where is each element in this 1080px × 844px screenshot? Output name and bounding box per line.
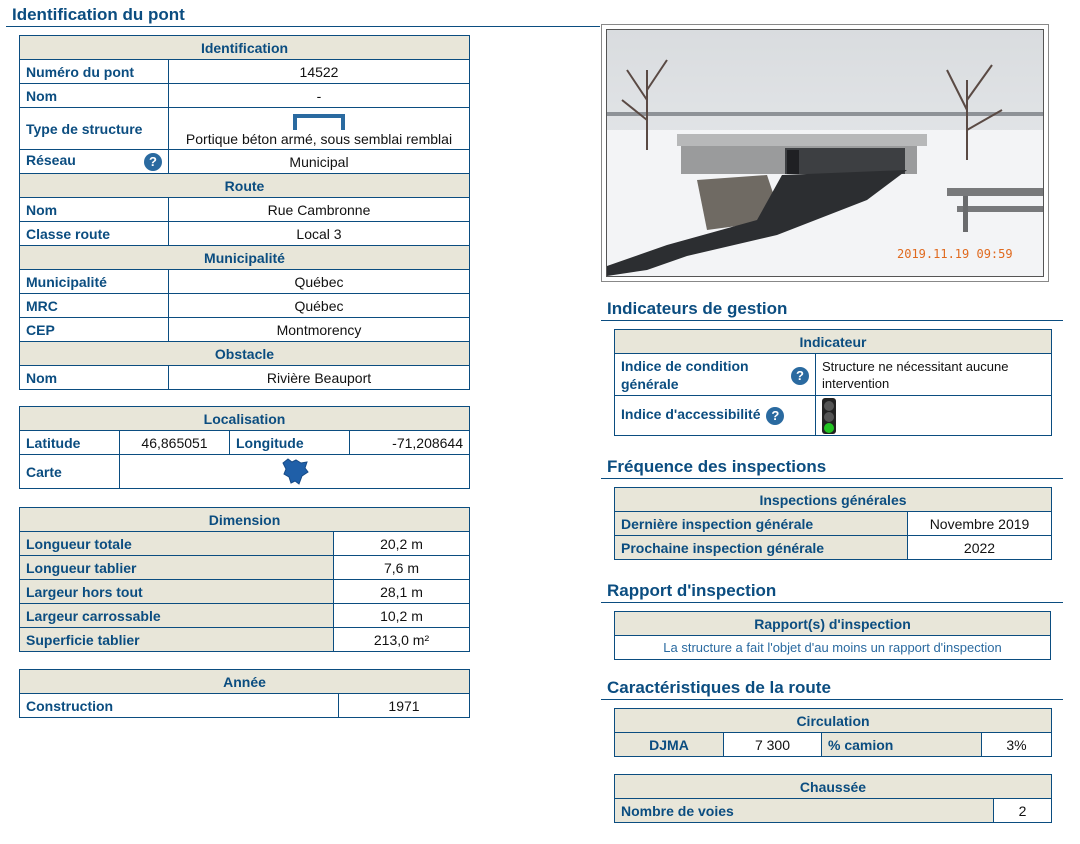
camion-label: % camion: [821, 732, 982, 757]
annee-header: Année: [18, 669, 471, 694]
obstacle-header: Obstacle: [19, 341, 470, 366]
frequence-title: Fréquence des inspections: [601, 456, 1063, 479]
longitude-label: Longitude: [229, 430, 350, 455]
quebec-map-icon[interactable]: [280, 457, 310, 487]
photo-timestamp: 2019.11.19 09:59: [897, 247, 1013, 261]
dimension-label: Superficie tablier: [19, 627, 334, 652]
municipalite-label: Municipalité: [19, 269, 169, 294]
route-carac-title: Caractéristiques de la route: [601, 677, 1063, 700]
construction-value: 1971: [337, 693, 471, 718]
traffic-light-icon: [822, 397, 836, 434]
indicateur-header: Indicateur: [614, 329, 1052, 354]
rapport-title: Rapport d'inspection: [601, 580, 1063, 603]
djma-value: 7 300: [723, 732, 822, 757]
bridge-photo: 2019.11.19 09:59: [606, 29, 1044, 277]
route-nom-value: Rue Cambronne: [168, 197, 470, 222]
derniere-value: Novembre 2019: [907, 511, 1052, 536]
djma-label: DJMA: [614, 732, 724, 757]
obstacle-nom-value: Rivière Beauport: [168, 365, 470, 390]
bridge-photo-image: 2019.11.19 09:59: [607, 30, 1043, 276]
carte-label: Carte: [19, 454, 120, 489]
access-value-cell: [815, 395, 1052, 436]
dimension-header: Dimension: [18, 507, 471, 532]
route-nom-label: Nom: [19, 197, 169, 222]
reseau-label-cell: Réseau ?: [19, 149, 169, 174]
type-structure-cell: Portique béton armé, sous semblai rembla…: [168, 107, 470, 150]
camion-value: 3%: [981, 732, 1052, 757]
route-header: Route: [19, 173, 470, 198]
indicateurs-table: Indicateur ? Indice de condition général…: [614, 329, 1052, 436]
help-icon[interactable]: ?: [791, 366, 809, 385]
rapport-header: Rapport(s) d'inspection: [614, 611, 1051, 636]
inspections-header: Inspections générales: [614, 487, 1052, 512]
chaussee-header: Chaussée: [614, 774, 1052, 799]
classe-route-value: Local 3: [168, 221, 470, 246]
reseau-label: Réseau: [26, 152, 76, 168]
rapport-text[interactable]: La structure a fait l'objet d'au moins u…: [614, 635, 1051, 660]
circulation-header: Circulation: [614, 708, 1052, 733]
latitude-value: 46,865051: [119, 430, 230, 455]
dimension-table: Dimension Longueur totale 20,2 m Longueu…: [18, 507, 471, 652]
dimension-value: 7,6 m: [332, 555, 471, 580]
condition-label: Indice de condition générale: [621, 357, 749, 392]
indicateurs-title: Indicateurs de gestion: [601, 298, 1063, 321]
prochaine-label: Prochaine inspection générale: [614, 535, 908, 560]
nom-value: -: [168, 83, 470, 108]
reseau-value: Municipal: [168, 149, 470, 174]
type-structure-value: Portique béton armé, sous semblai rembla…: [185, 130, 453, 147]
page-title: Identification du pont: [6, 4, 600, 27]
localisation-table: Localisation Latitude 46,865051 Longitud…: [19, 406, 470, 489]
dimension-value: 20,2 m: [332, 531, 471, 556]
numero-value: 14522: [168, 59, 470, 84]
chaussee-table: Chaussée Nombre de voies 2: [614, 774, 1052, 823]
identification-header: Identification: [19, 35, 470, 60]
numero-label: Numéro du pont: [19, 59, 169, 84]
classe-route-label: Classe route: [19, 221, 169, 246]
identification-table: Identification Numéro du pont 14522 Nom …: [19, 35, 470, 390]
dimension-label: Largeur carrossable: [19, 603, 334, 628]
latitude-label: Latitude: [19, 430, 120, 455]
voies-value: 2: [993, 798, 1052, 823]
localisation-header: Localisation: [19, 406, 470, 431]
portique-structure-icon: [293, 113, 345, 130]
municipalite-value: Québec: [168, 269, 470, 294]
frequence-table: Inspections générales Dernière inspectio…: [614, 487, 1052, 560]
rapport-table: Rapport(s) d'inspection La structure a f…: [614, 611, 1051, 660]
condition-label-cell: ? Indice de condition générale: [614, 353, 816, 396]
obstacle-nom-label: Nom: [19, 365, 169, 390]
bridge-photo-frame[interactable]: 2019.11.19 09:59: [601, 24, 1049, 282]
dimension-value: 28,1 m: [332, 579, 471, 604]
dimension-value: 10,2 m: [332, 603, 471, 628]
carte-cell: [119, 454, 470, 489]
cep-label: CEP: [19, 317, 169, 342]
nom-label: Nom: [19, 83, 169, 108]
dimension-value: 213,0 m²: [332, 627, 471, 652]
help-icon[interactable]: ?: [144, 153, 162, 171]
help-icon[interactable]: ?: [766, 406, 785, 425]
dimension-label: Longueur totale: [19, 531, 334, 556]
cep-value: Montmorency: [168, 317, 470, 342]
type-structure-label: Type de structure: [19, 107, 169, 150]
dimension-label: Largeur hors tout: [19, 579, 334, 604]
construction-label: Construction: [19, 693, 339, 718]
access-label-cell: Indice d'accessibilité ?: [614, 395, 816, 436]
circulation-table: Circulation DJMA 7 300 % camion 3%: [614, 708, 1052, 757]
access-label: Indice d'accessibilité: [621, 406, 761, 423]
dimension-label: Longueur tablier: [19, 555, 334, 580]
annee-table: Année Construction 1971: [18, 669, 471, 718]
longitude-value: -71,208644: [349, 430, 470, 455]
mrc-value: Québec: [168, 293, 470, 318]
mrc-label: MRC: [19, 293, 169, 318]
condition-value: Structure ne nécessitant aucune interven…: [815, 353, 1052, 396]
voies-label: Nombre de voies: [614, 798, 994, 823]
prochaine-value: 2022: [907, 535, 1052, 560]
derniere-label: Dernière inspection générale: [614, 511, 908, 536]
municipalite-header: Municipalité: [19, 245, 470, 270]
